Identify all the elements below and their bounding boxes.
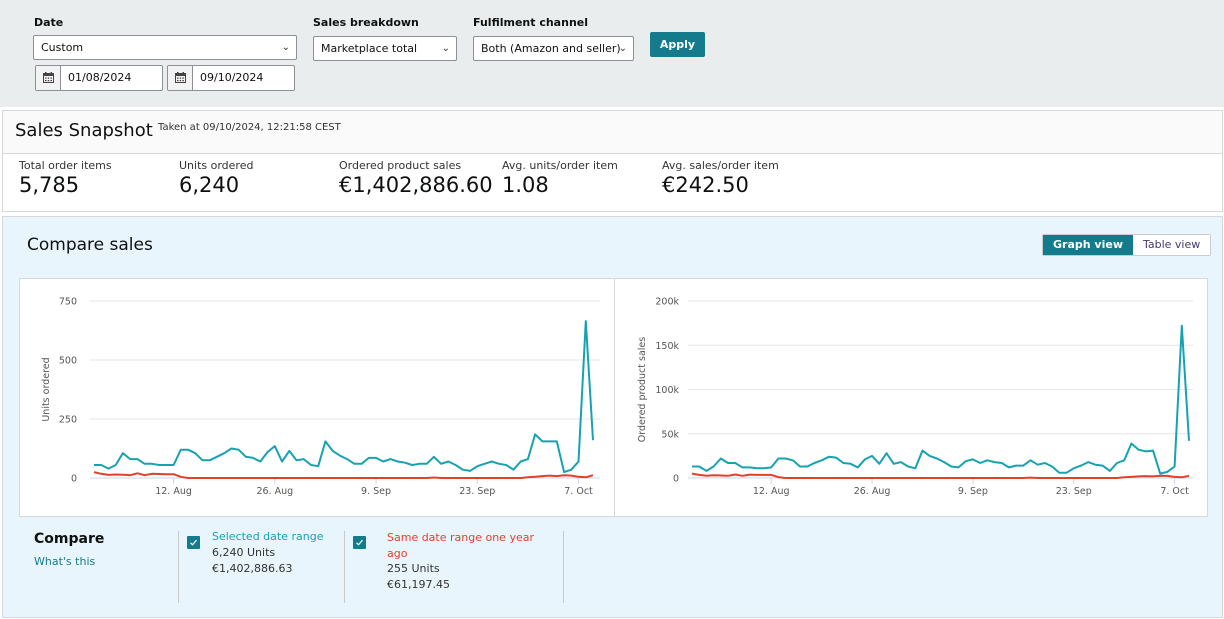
snapshot-title: Sales Snapshot — [15, 120, 153, 141]
graph-view-button[interactable]: Graph view — [1043, 235, 1133, 255]
metric-label: Ordered product sales — [339, 159, 462, 172]
end-date-field[interactable]: 09/10/2024 — [167, 65, 295, 91]
ordered-product-sales-chart: 0 50k 100k 150k 200k Ordered product sales 12.… — [637, 297, 1193, 497]
y-tick-label: 100k — [655, 385, 679, 396]
fulfilment-channel-select[interactable]: Both (Amazon and seller) ⌄ — [473, 36, 634, 61]
x-tick-label: 7. Oct — [1160, 486, 1189, 497]
metric-units-ordered: Units ordered 6,240 — [179, 159, 253, 197]
y-tick-label: 50k — [661, 429, 679, 440]
x-tick-label: 23. Sep — [1056, 486, 1092, 497]
selected-range-checkbox[interactable] — [187, 536, 200, 549]
legend-divider — [344, 531, 345, 603]
table-view-button[interactable]: Table view — [1132, 235, 1211, 255]
sales-breakdown-label: Sales breakdown — [313, 16, 419, 29]
fulfilment-channel-label: Fulfilment channel — [473, 16, 589, 29]
selected-range-sales: €1,402,886.63 — [212, 562, 293, 575]
x-tick-label: 9. Sep — [361, 486, 391, 497]
chevron-down-icon: ⌄ — [281, 42, 290, 53]
calendar-icon[interactable] — [36, 66, 61, 90]
y-tick-label: 150k — [655, 341, 679, 352]
compare-legend-title: Compare — [34, 531, 105, 547]
checkmark-icon — [190, 539, 197, 546]
compare-sales-title: Compare sales — [27, 235, 153, 255]
sales-snapshot-panel: Sales Snapshot Taken at 09/10/2024, 12:2… — [2, 110, 1223, 212]
compare-legend: Compare What's this Selected date range … — [3, 523, 1222, 613]
legend-divider — [563, 531, 564, 603]
x-tick-label: 9. Sep — [958, 486, 988, 497]
calendar-icon[interactable] — [168, 66, 193, 90]
filter-bar: Date Custom ⌄ 01/08/2024 09/10/2024 Sale… — [0, 0, 1224, 107]
x-tick-label: 7. Oct — [564, 486, 593, 497]
start-date-value: 01/08/2024 — [68, 71, 132, 84]
y-tick-label: 500 — [59, 356, 77, 367]
sales-breakdown-select[interactable]: Marketplace total ⌄ — [313, 36, 457, 61]
series-line-selected-range — [692, 324, 1190, 475]
compare-sales-panel: Compare sales Graph view Table view 0 250… — [2, 216, 1223, 618]
y-tick-label: 750 — [59, 297, 77, 308]
date-label: Date — [34, 16, 64, 29]
checkmark-icon — [356, 539, 363, 546]
apply-button[interactable]: Apply — [650, 32, 705, 57]
snapshot-header: Sales Snapshot Taken at 09/10/2024, 12:2… — [3, 111, 1222, 154]
end-date-value: 09/10/2024 — [200, 71, 264, 84]
series-line-previous-year — [691, 472, 1190, 479]
previous-year-checkbox[interactable] — [353, 536, 366, 549]
metric-value: 6,240 — [179, 173, 240, 197]
whats-this-link[interactable]: What's this — [34, 555, 95, 568]
metric-value: €1,402,886.60 — [339, 173, 493, 197]
chevron-down-icon: ⌄ — [441, 43, 450, 54]
metric-label: Units ordered — [179, 159, 254, 172]
y-axis-title: Units ordered — [41, 357, 52, 421]
charts-container: 0 250 500 750 Units ordered 12. Aug 26. Aug 9. … — [19, 278, 1208, 517]
metric-avg-sales-per-order-item: Avg. sales/order item €242.50 — [662, 159, 779, 197]
selected-range-units: 6,240 Units — [212, 546, 276, 559]
date-range-select[interactable]: Custom ⌄ — [33, 35, 297, 60]
x-tick-label: 26. Aug — [854, 486, 891, 497]
metric-avg-units-per-order-item: Avg. units/order item 1.08 — [502, 159, 618, 197]
series-line-previous-year — [93, 471, 594, 479]
previous-year-units: 255 Units — [387, 562, 440, 575]
fulfilment-channel-value: Both (Amazon and seller) — [481, 42, 621, 55]
y-axis-title: Ordered product sales — [637, 337, 648, 442]
metric-label: Avg. sales/order item — [662, 159, 779, 172]
y-tick-label: 0 — [673, 474, 679, 485]
metric-value: 5,785 — [19, 173, 80, 197]
x-tick-label: 26. Aug — [256, 486, 293, 497]
y-tick-label: 250 — [59, 415, 77, 426]
metric-value: €242.50 — [662, 173, 749, 197]
chevron-down-icon: ⌄ — [618, 43, 627, 54]
x-tick-label: 23. Sep — [459, 486, 495, 497]
units-ordered-chart: 0 250 500 750 Units ordered 12. Aug 26. Aug 9. … — [41, 297, 600, 497]
view-toggle: Graph view Table view — [1042, 234, 1212, 256]
metric-total-order-items: Total order items 5,785 — [19, 159, 112, 197]
previous-year-sales: €61,197.45 — [387, 578, 450, 591]
snapshot-timestamp: Taken at 09/10/2024, 12:21:58 CEST — [158, 122, 341, 133]
sales-breakdown-value: Marketplace total — [321, 42, 418, 55]
legend-divider — [178, 531, 179, 603]
metric-label: Total order items — [19, 159, 112, 172]
y-tick-label: 0 — [71, 474, 77, 485]
metric-ordered-product-sales: Ordered product sales €1,402,886.60 — [339, 159, 493, 197]
series-line-selected-range — [94, 320, 594, 474]
selected-range-label: Selected date range — [212, 530, 324, 543]
previous-year-label: Same date range one year ago — [387, 531, 534, 560]
start-date-field[interactable]: 01/08/2024 — [35, 65, 163, 91]
x-tick-label: 12. Aug — [753, 486, 790, 497]
metric-value: 1.08 — [502, 173, 549, 197]
metric-label: Avg. units/order item — [502, 159, 618, 172]
date-range-value: Custom — [41, 41, 84, 54]
y-tick-label: 200k — [655, 297, 679, 308]
x-tick-label: 12. Aug — [155, 486, 192, 497]
